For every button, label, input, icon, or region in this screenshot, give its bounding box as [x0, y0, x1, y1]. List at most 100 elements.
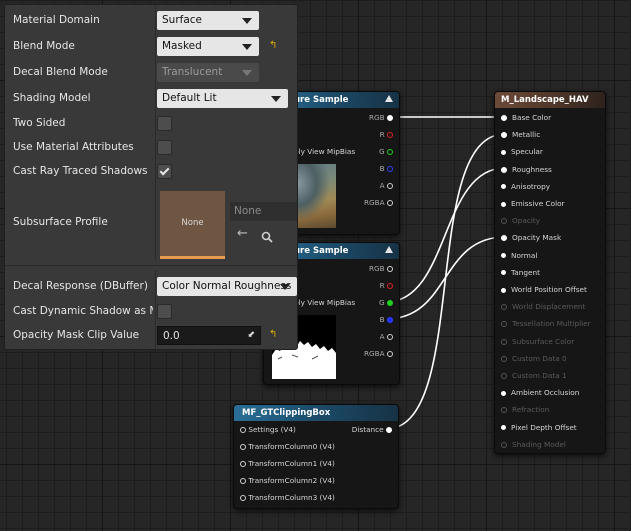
output-pin-rgb[interactable]: [387, 266, 393, 272]
output-pin-b[interactable]: [387, 166, 393, 172]
material-input-row[interactable]: Shading Model: [501, 438, 566, 452]
details-panel: Material Domain Surface Blend Mode Maske…: [5, 5, 297, 349]
node-title: MF_GTClippingBox: [234, 405, 398, 421]
material-input-row[interactable]: Anisotropy: [501, 180, 550, 194]
input-pin[interactable]: [501, 304, 507, 311]
blend-mode-label: Blend Mode: [13, 40, 75, 52]
output-pin-r[interactable]: [387, 283, 393, 289]
use-material-attributes-checkbox[interactable]: [157, 140, 172, 155]
input-pin[interactable]: [501, 218, 507, 225]
cast-ray-traced-shadows-checkbox[interactable]: [157, 164, 172, 179]
asset-field-value: None: [234, 205, 262, 217]
use-selected-arrow-icon[interactable]: ←: [237, 227, 248, 240]
opacity-mask-clip-label: Opacity Mask Clip Value: [13, 329, 140, 341]
input-pin[interactable]: [240, 478, 246, 484]
material-input-label: Roughness: [512, 164, 552, 174]
material-input-row[interactable]: World Position Offset: [501, 283, 587, 297]
shading-model-dropdown[interactable]: Default Lit: [157, 89, 288, 108]
output-pin-rgba[interactable]: [387, 200, 393, 206]
output-pin-rgb[interactable]: [387, 115, 393, 121]
material-input-row[interactable]: Ambient Occlusion: [501, 386, 579, 400]
input-pin[interactable]: [501, 390, 506, 396]
input-pin[interactable]: [501, 115, 507, 121]
cast-dynamic-shadow-checkbox[interactable]: [157, 304, 172, 319]
material-input-row[interactable]: Subsurface Color: [501, 335, 574, 349]
material-input-label: World Position Offset: [511, 285, 587, 294]
input-pin[interactable]: [501, 235, 507, 242]
material-domain-dropdown[interactable]: Surface: [157, 11, 259, 30]
input-pin[interactable]: [501, 425, 506, 431]
material-result-node[interactable]: M_Landscape_HAV Base Color Metallic Specul…: [494, 91, 606, 454]
input-pin[interactable]: [501, 270, 506, 276]
input-pin[interactable]: [501, 149, 506, 155]
output-pin-r[interactable]: [387, 132, 393, 138]
reset-to-default-icon[interactable]: ↰: [269, 41, 279, 51]
material-input-row[interactable]: Opacity Mask: [501, 231, 561, 245]
input-pin[interactable]: [501, 253, 506, 259]
material-input-row[interactable]: Roughness: [501, 163, 552, 177]
input-pin[interactable]: [501, 287, 506, 293]
material-input-row[interactable]: Emissive Color: [501, 197, 565, 211]
input-pin[interactable]: [501, 166, 507, 173]
material-input-row[interactable]: World Displacement: [501, 300, 585, 314]
material-input-row[interactable]: Normal: [501, 249, 537, 263]
chevron-down-icon: [242, 44, 252, 50]
material-input-label: Refraction: [512, 405, 550, 415]
material-domain-label: Material Domain: [13, 14, 100, 26]
material-input-row[interactable]: Metallic: [501, 128, 540, 142]
pin-label: RGBA: [363, 198, 385, 207]
clipping-box-function-node[interactable]: MF_GTClippingBox Settings (V4) Transform…: [233, 404, 399, 509]
decal-blend-mode-dropdown[interactable]: Translucent: [157, 63, 259, 82]
input-pin[interactable]: [501, 355, 507, 362]
output-pin-a[interactable]: [387, 334, 393, 340]
input-pin[interactable]: [501, 321, 507, 328]
blend-mode-dropdown[interactable]: Masked: [157, 37, 259, 56]
output-pin-distance[interactable]: [386, 427, 392, 433]
material-input-row[interactable]: Opacity: [501, 214, 540, 228]
subsurface-profile-asset-field[interactable]: None: [230, 202, 297, 221]
material-input-label: Custom Data 1: [512, 371, 567, 380]
material-input-label: Subsurface Color: [512, 336, 575, 346]
input-pin[interactable]: [501, 338, 507, 345]
thumbnail-text: None: [181, 218, 204, 228]
material-input-row[interactable]: Tessellation Multiplier: [501, 317, 591, 331]
pin-label: R: [379, 130, 385, 139]
cast-ray-traced-shadows-label: Cast Ray Traced Shadows: [13, 165, 148, 177]
material-input-row[interactable]: Base Color: [501, 111, 551, 125]
material-input-row[interactable]: Pixel Depth Offset: [501, 421, 577, 435]
browse-search-icon[interactable]: [261, 228, 273, 243]
material-input-row[interactable]: Custom Data 0: [501, 352, 567, 366]
opacity-mask-clip-value: 0.0: [163, 330, 180, 342]
input-pin[interactable]: [240, 427, 246, 433]
pin-label: RGB: [368, 264, 385, 273]
material-input-row[interactable]: Tangent: [501, 266, 540, 280]
input-pin[interactable]: [240, 495, 246, 501]
input-pin[interactable]: [501, 201, 506, 207]
input-pin[interactable]: [501, 407, 507, 414]
decal-response-value: Color Normal Roughness: [162, 280, 292, 292]
input-pin[interactable]: [240, 444, 246, 450]
output-pin-a[interactable]: [387, 183, 393, 189]
two-sided-checkbox[interactable]: [157, 116, 172, 131]
material-input-row[interactable]: Specular: [501, 145, 543, 159]
output-pin-rgba[interactable]: [387, 351, 393, 357]
output-pin-g[interactable]: [387, 300, 393, 306]
subsurface-profile-thumbnail[interactable]: None: [160, 191, 225, 259]
decal-blend-mode-value: Translucent: [162, 66, 223, 78]
material-input-row[interactable]: Refraction: [501, 403, 549, 417]
collapse-arrow-icon[interactable]: [385, 95, 393, 102]
input-pin[interactable]: [501, 373, 507, 379]
material-input-row[interactable]: Custom Data 1: [501, 369, 567, 383]
opacity-mask-clip-input[interactable]: 0.0 ⬋: [157, 326, 261, 345]
resize-grip-icon[interactable]: ⬋: [247, 331, 255, 340]
input-pin[interactable]: [501, 132, 507, 139]
output-pin-b[interactable]: [387, 317, 393, 323]
decal-response-dropdown[interactable]: Color Normal Roughness: [157, 277, 297, 296]
input-pin[interactable]: [501, 441, 507, 448]
input-pin[interactable]: [501, 184, 506, 190]
input-pin[interactable]: [240, 461, 246, 467]
collapse-arrow-icon[interactable]: [385, 246, 393, 253]
pin-label: Settings (V4): [248, 425, 296, 434]
output-pin-g[interactable]: [387, 149, 393, 155]
reset-to-default-icon[interactable]: ↰: [269, 330, 279, 340]
